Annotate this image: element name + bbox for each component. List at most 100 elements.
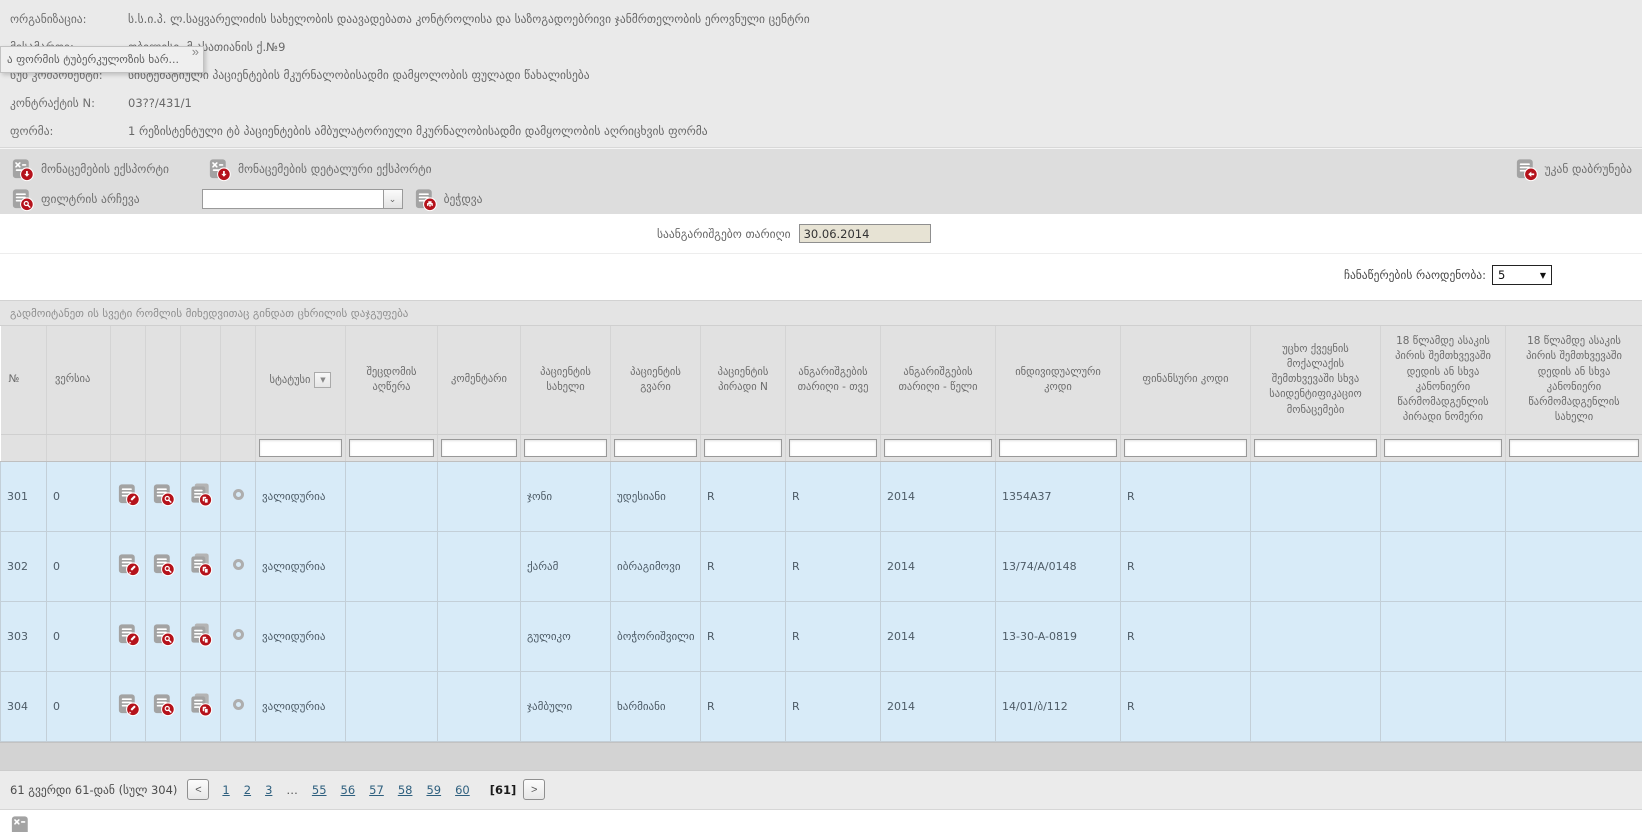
filter-input-guardian-pn[interactable]: [1384, 439, 1502, 457]
report-year-cell: 2014: [881, 531, 996, 601]
expand-panel-icon[interactable]: »: [192, 45, 199, 58]
next-page-button[interactable]: >: [523, 779, 545, 800]
print-icon: [413, 187, 438, 212]
combobox-dropdown-icon[interactable]: ⌄: [384, 189, 403, 209]
versions-icon: [188, 692, 213, 717]
back-button[interactable]: უკან დაბრუნება: [1514, 157, 1632, 182]
filter-select-button[interactable]: ფილტრის არჩევა: [10, 187, 140, 212]
view-icon: [151, 552, 176, 577]
version-cell: 0: [47, 461, 111, 531]
individual-code-cell: 14/01/ბ/112: [996, 671, 1121, 741]
pagination-page-link[interactable]: 59: [426, 783, 441, 797]
form-value: 1 რეზისტენტული ტბ პაციენტების ამბულატორი…: [128, 124, 708, 138]
pagination-page-link[interactable]: 3: [265, 783, 272, 797]
pagination-page-link[interactable]: 56: [341, 783, 356, 797]
col-header-first-name[interactable]: პაციენტის სახელი: [521, 326, 611, 434]
view-icon: [151, 622, 176, 647]
pagination-page-link[interactable]: 55: [312, 783, 327, 797]
col-header-report-month[interactable]: ანგარიშგების თარიღი - თვე: [786, 326, 881, 434]
comment-cell: [438, 601, 521, 671]
versions-row-button[interactable]: [188, 622, 213, 647]
group-drop-bar[interactable]: გადმოიტანეთ ის სვეტი რომლის მიხედვითაც გ…: [0, 300, 1642, 326]
filter-input-first-name[interactable]: [524, 439, 607, 457]
filter-cell-empty: [221, 434, 256, 461]
col-header-guardian-pn[interactable]: 18 წლამდე ასაკის პირის შემთხვევაში დედის…: [1381, 326, 1506, 434]
filter-input-status[interactable]: [259, 439, 342, 457]
col-header-status[interactable]: სტატუსი▼: [256, 326, 346, 434]
guardian-pn-cell: [1381, 601, 1506, 671]
filter-input-individual-code[interactable]: [999, 439, 1117, 457]
guardian-name-cell: [1506, 671, 1642, 741]
select-cell: [221, 461, 256, 531]
filter-input-report-month[interactable]: [789, 439, 877, 457]
filter-cell-empty: [1, 434, 47, 461]
filter-input-report-year[interactable]: [884, 439, 992, 457]
row-number-cell: 302: [1, 531, 47, 601]
organization-value: ს.ს.ი.პ. ლ.საყვარელიძის სახელობის დაავად…: [128, 12, 810, 26]
view-row-button[interactable]: [151, 482, 176, 507]
error-cell: [346, 461, 438, 531]
edit-row-button[interactable]: [116, 552, 141, 577]
filter-input-foreign-id[interactable]: [1254, 439, 1377, 457]
pagination-page-link[interactable]: 58: [398, 783, 413, 797]
records-count-select[interactable]: 5 ▼: [1492, 265, 1552, 285]
view-row-button[interactable]: [151, 622, 176, 647]
edit-row-button[interactable]: [116, 482, 141, 507]
filter-input-financial-code[interactable]: [1124, 439, 1247, 457]
col-header-guardian-name[interactable]: 18 წლამდე ასაკის პირის შემთხვევაში დედის…: [1506, 326, 1642, 434]
status-filter-dropdown-icon[interactable]: ▼: [314, 372, 331, 388]
filter-input-guardian-name[interactable]: [1509, 439, 1639, 457]
financial-code-cell: R: [1121, 671, 1251, 741]
pagination-page-link[interactable]: 1: [222, 783, 229, 797]
collapsed-panel-title: ა ფორმის ტუბერკულოზის ხარ...: [7, 53, 179, 66]
filter-combobox: ⌄: [202, 189, 403, 209]
col-header-foreign-id[interactable]: უცხო ქვეყნის მოქალაქის შემთხვევაში სხვა …: [1251, 326, 1381, 434]
form-row: ფორმა: 1 რეზისტენტული ტბ პაციენტების ამბ…: [0, 117, 1642, 145]
personal-n-cell: R: [701, 671, 786, 741]
col-header-personal-n[interactable]: პაციენტის პირადი N: [701, 326, 786, 434]
export-button[interactable]: მონაცემების ექსპორტი: [10, 157, 169, 182]
filter-input-error[interactable]: [349, 439, 434, 457]
print-button[interactable]: ბეჭდვა: [413, 187, 483, 212]
detail-export-button[interactable]: მონაცემების დეტალური ექსპორტი: [207, 157, 432, 182]
col-header-version[interactable]: ვერსია: [47, 326, 111, 434]
collapsed-panel-tooltip: ა ფორმის ტუბერკულოზის ხარ... »: [0, 46, 204, 73]
pagination-page-link[interactable]: 60: [455, 783, 470, 797]
row-radio-icon[interactable]: [233, 489, 244, 500]
guardian-pn-cell: [1381, 671, 1506, 741]
versions-cell: [181, 461, 221, 531]
col-header-financial-code[interactable]: ფინანსური კოდი: [1121, 326, 1251, 434]
versions-row-button[interactable]: [188, 692, 213, 717]
pagination-page-link[interactable]: 2: [244, 783, 251, 797]
col-header-number[interactable]: №: [1, 326, 47, 434]
versions-row-button[interactable]: [188, 482, 213, 507]
filter-input-last-name[interactable]: [614, 439, 697, 457]
col-header-last-name[interactable]: პაციენტის გვარი: [611, 326, 701, 434]
row-radio-icon[interactable]: [233, 699, 244, 710]
filter-input-comment[interactable]: [441, 439, 517, 457]
last-name-cell: ხარმიანი: [611, 671, 701, 741]
foreign-id-cell: [1251, 601, 1381, 671]
row-radio-icon[interactable]: [233, 629, 244, 640]
versions-row-button[interactable]: [188, 552, 213, 577]
prev-page-button[interactable]: <: [187, 779, 209, 800]
edit-row-button[interactable]: [116, 692, 141, 717]
row-radio-icon[interactable]: [233, 559, 244, 570]
report-month-cell: R: [786, 461, 881, 531]
col-header-report-year[interactable]: ანგარიშგების თარიღი - წელი: [881, 326, 996, 434]
edit-row-button[interactable]: [116, 622, 141, 647]
versions-icon: [188, 552, 213, 577]
versions-cell: [181, 671, 221, 741]
view-cell: [146, 671, 181, 741]
view-row-button[interactable]: [151, 552, 176, 577]
pagination-page-link[interactable]: 57: [369, 783, 384, 797]
col-header-individual-code[interactable]: ინდივიდუალური კოდი: [996, 326, 1121, 434]
current-page-indicator: [61]: [490, 783, 517, 797]
report-date-input[interactable]: [799, 224, 931, 243]
col-header-error[interactable]: შეცდომის აღწერა: [346, 326, 438, 434]
edit-cell: [111, 531, 146, 601]
filter-combobox-input[interactable]: [202, 189, 384, 209]
view-row-button[interactable]: [151, 692, 176, 717]
col-header-comment[interactable]: კომენტარი: [438, 326, 521, 434]
filter-input-personal-n[interactable]: [704, 439, 782, 457]
